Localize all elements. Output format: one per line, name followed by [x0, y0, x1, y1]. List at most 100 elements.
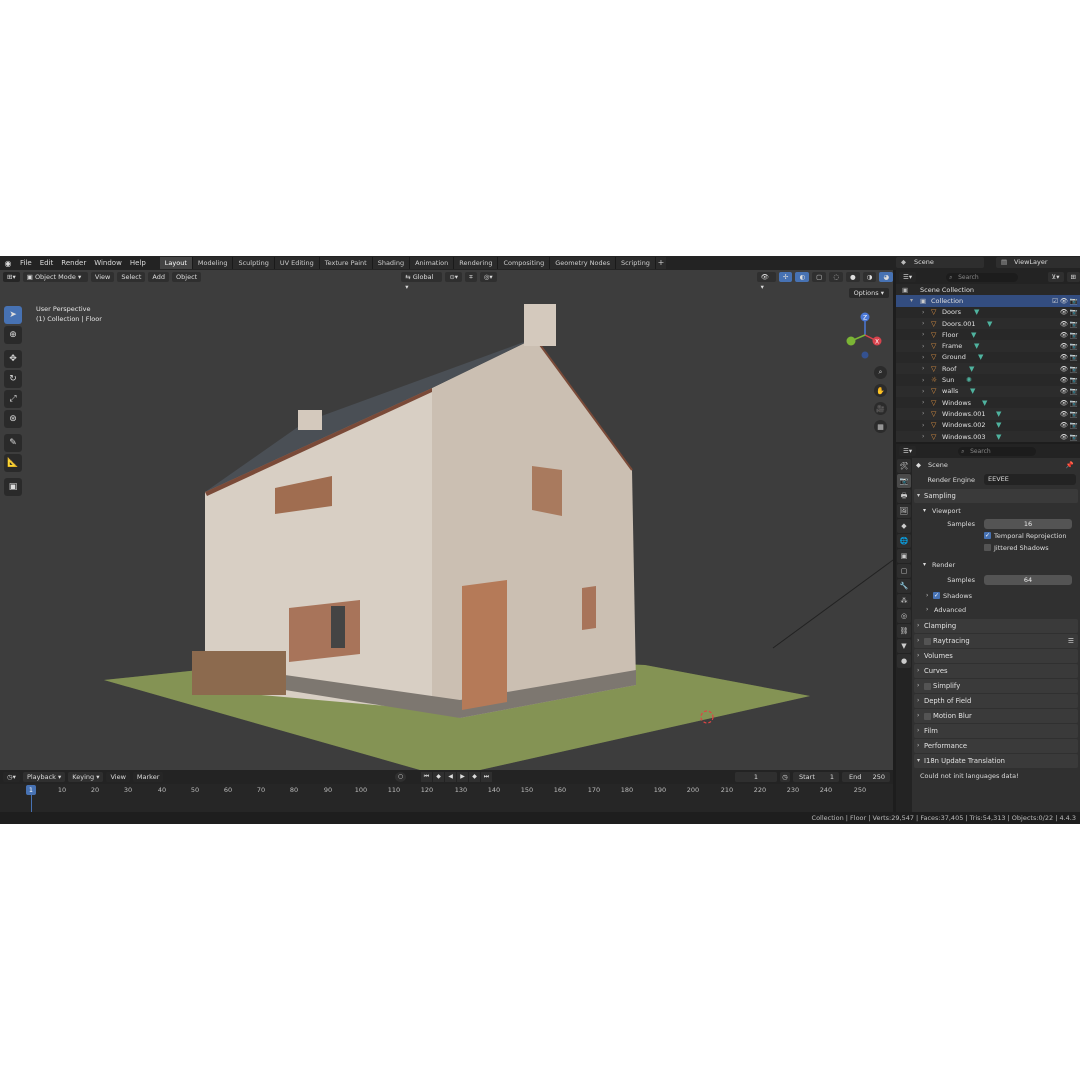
clock-icon[interactable]: ◷: [780, 772, 790, 782]
ortho-grid-icon[interactable]: ▦: [874, 420, 887, 433]
mesh-data-icon[interactable]: ▼: [982, 399, 990, 407]
render-camera-icon[interactable]: 📷: [1070, 399, 1078, 407]
gizmo-neg-z-handle[interactable]: [861, 351, 869, 359]
mesh-data-icon[interactable]: ▼: [987, 320, 995, 328]
motion-blur-panel[interactable]: › Motion Blur: [914, 709, 1078, 723]
keying-menu[interactable]: Keying ▾: [68, 772, 104, 782]
viewport-samples-field[interactable]: 16: [984, 519, 1072, 529]
collection-checkbox[interactable]: ☑: [1052, 297, 1058, 305]
collection-tab-icon[interactable]: ▣: [897, 549, 911, 563]
mesh-data-icon[interactable]: ▼: [996, 421, 1004, 429]
visibility-button[interactable]: 👁▾: [756, 272, 777, 291]
tab-shading[interactable]: Shading: [372, 257, 411, 269]
eye-icon[interactable]: 👁: [1060, 308, 1068, 316]
render-camera-icon[interactable]: 📷: [1070, 365, 1078, 373]
new-collection-icon[interactable]: ⊞: [1066, 272, 1080, 282]
tab-animation[interactable]: Animation: [410, 257, 455, 269]
physics-tab-icon[interactable]: ◎: [897, 609, 911, 623]
mesh-data-icon[interactable]: ▼: [978, 353, 986, 361]
eye-icon[interactable]: 👁: [1060, 410, 1068, 418]
overlay-toggle-icon[interactable]: ◐: [795, 272, 810, 282]
curves-panel[interactable]: › Curves: [914, 664, 1078, 678]
mesh-data-icon[interactable]: ▼: [974, 342, 982, 350]
playback-menu[interactable]: Playback ▾: [22, 772, 66, 782]
render-samples-field[interactable]: 64: [984, 575, 1072, 585]
eye-icon[interactable]: 👁: [1060, 342, 1068, 350]
scene-tab-icon[interactable]: ◆: [897, 519, 911, 533]
eye-icon[interactable]: 👁: [1060, 353, 1068, 361]
measure-tool-icon[interactable]: 📐: [4, 454, 22, 472]
material-shading-icon[interactable]: ◑: [862, 272, 877, 282]
eye-icon[interactable]: 👁: [1060, 365, 1068, 373]
timeline-marker-menu[interactable]: Marker: [132, 772, 164, 782]
xray-toggle-icon[interactable]: ▢: [812, 272, 827, 282]
sampling-panel[interactable]: ▾ Sampling: [914, 489, 1078, 503]
shadows-checkbox[interactable]: ✓: [933, 592, 940, 599]
particles-tab-icon[interactable]: ⁂: [897, 594, 911, 608]
jump-start-icon[interactable]: ⏮: [421, 772, 432, 782]
properties-search-input[interactable]: ⌕ Search: [958, 446, 1037, 456]
menu-window[interactable]: Window: [90, 256, 126, 270]
add-workspace-button[interactable]: +: [655, 257, 666, 269]
volumes-panel[interactable]: › Volumes: [914, 649, 1078, 663]
list-item[interactable]: › ▽ Windows.001 ▼ 👁 📷: [896, 408, 1080, 420]
render-camera-icon[interactable]: 📷: [1070, 342, 1078, 350]
editor-type-button[interactable]: ⊞▾: [3, 272, 20, 282]
render-camera-icon[interactable]: 📷: [1070, 353, 1078, 361]
film-panel[interactable]: › Film: [914, 724, 1078, 738]
select-box-tool-icon[interactable]: ➤: [4, 306, 22, 324]
options-button[interactable]: Options ▾: [848, 288, 889, 298]
advanced-subpanel[interactable]: › Advanced: [914, 604, 1078, 616]
eye-icon[interactable]: 👁: [1060, 320, 1068, 328]
tab-sculpting[interactable]: Sculpting: [233, 257, 275, 269]
jittered-shadows-checkbox[interactable]: [984, 544, 991, 551]
navigation-gizmo[interactable]: Z X: [843, 310, 893, 360]
menu-edit[interactable]: Edit: [36, 256, 58, 270]
select-menu[interactable]: Select: [117, 272, 146, 282]
list-icon[interactable]: ☰: [1068, 634, 1074, 648]
pivot-point-button[interactable]: ⊙▾: [445, 272, 463, 282]
depth-of-field-panel[interactable]: › Depth of Field: [914, 694, 1078, 708]
render-camera-icon[interactable]: 📷: [1070, 297, 1078, 305]
view-layer-tab-icon[interactable]: 🖼: [897, 504, 911, 518]
properties-editor-type-button[interactable]: ☰▾: [899, 446, 917, 456]
cursor-tool-icon[interactable]: ⊕: [4, 326, 22, 344]
mesh-data-icon[interactable]: ▼: [974, 308, 982, 316]
view-menu[interactable]: View: [90, 272, 115, 282]
object-menu[interactable]: Object: [172, 272, 202, 282]
scene-selector[interactable]: ◆ Scene: [896, 257, 984, 268]
list-item[interactable]: › ☼ Sun ✺ 👁 📷: [896, 374, 1080, 385]
menu-help[interactable]: Help: [126, 256, 150, 270]
rotate-tool-icon[interactable]: ↻: [4, 370, 22, 388]
eye-icon[interactable]: 👁: [1060, 421, 1068, 429]
shadows-subpanel[interactable]: › ✓ Shadows: [914, 590, 1078, 602]
render-engine-selector[interactable]: EEVEE: [984, 474, 1076, 485]
proportional-edit-button[interactable]: ◎▾: [479, 272, 497, 282]
playhead-frame-badge[interactable]: 1: [26, 785, 36, 795]
motion-blur-checkbox[interactable]: [924, 712, 931, 720]
list-item[interactable]: › ▽ Roof ▼ 👁 📷: [896, 363, 1080, 375]
annotate-tool-icon[interactable]: ✎: [4, 434, 22, 452]
play-icon[interactable]: ▶: [457, 772, 468, 782]
tab-uv-editing[interactable]: UV Editing: [274, 257, 320, 269]
outliner-search-input[interactable]: ⌕ Search: [946, 272, 1018, 282]
list-item[interactable]: › ▽ Windows ▼ 👁 📷: [896, 397, 1080, 408]
clamping-panel[interactable]: › Clamping: [914, 619, 1078, 633]
scene-collection-row[interactable]: ▣ Scene Collection: [896, 284, 1080, 295]
list-item[interactable]: › ▽ Doors ▼ 👁 📷: [896, 307, 1080, 318]
output-tab-icon[interactable]: 🖶: [897, 489, 911, 503]
pan-hand-icon[interactable]: ✋: [874, 384, 887, 397]
tab-texture-paint[interactable]: Texture Paint: [319, 257, 373, 269]
temporal-reprojection-checkbox[interactable]: ✓: [984, 532, 991, 539]
render-camera-icon[interactable]: 📷: [1070, 421, 1078, 429]
menu-render[interactable]: Render: [57, 256, 90, 270]
raytracing-panel[interactable]: › Raytracing ☰: [914, 634, 1078, 648]
view-layer-selector[interactable]: ▤ ViewLayer: [996, 257, 1080, 268]
render-camera-icon[interactable]: 📷: [1070, 433, 1078, 441]
gizmo-y-handle[interactable]: [846, 336, 856, 346]
list-item[interactable]: › ▽ Doors.001 ▼ 👁 📷: [896, 317, 1080, 330]
tab-scripting[interactable]: Scripting: [616, 257, 656, 269]
timeline-editor-type-button[interactable]: ◷▾: [3, 772, 20, 782]
outliner-editor-type-button[interactable]: ☰▾: [899, 272, 917, 282]
eye-icon[interactable]: 👁: [1060, 433, 1068, 441]
